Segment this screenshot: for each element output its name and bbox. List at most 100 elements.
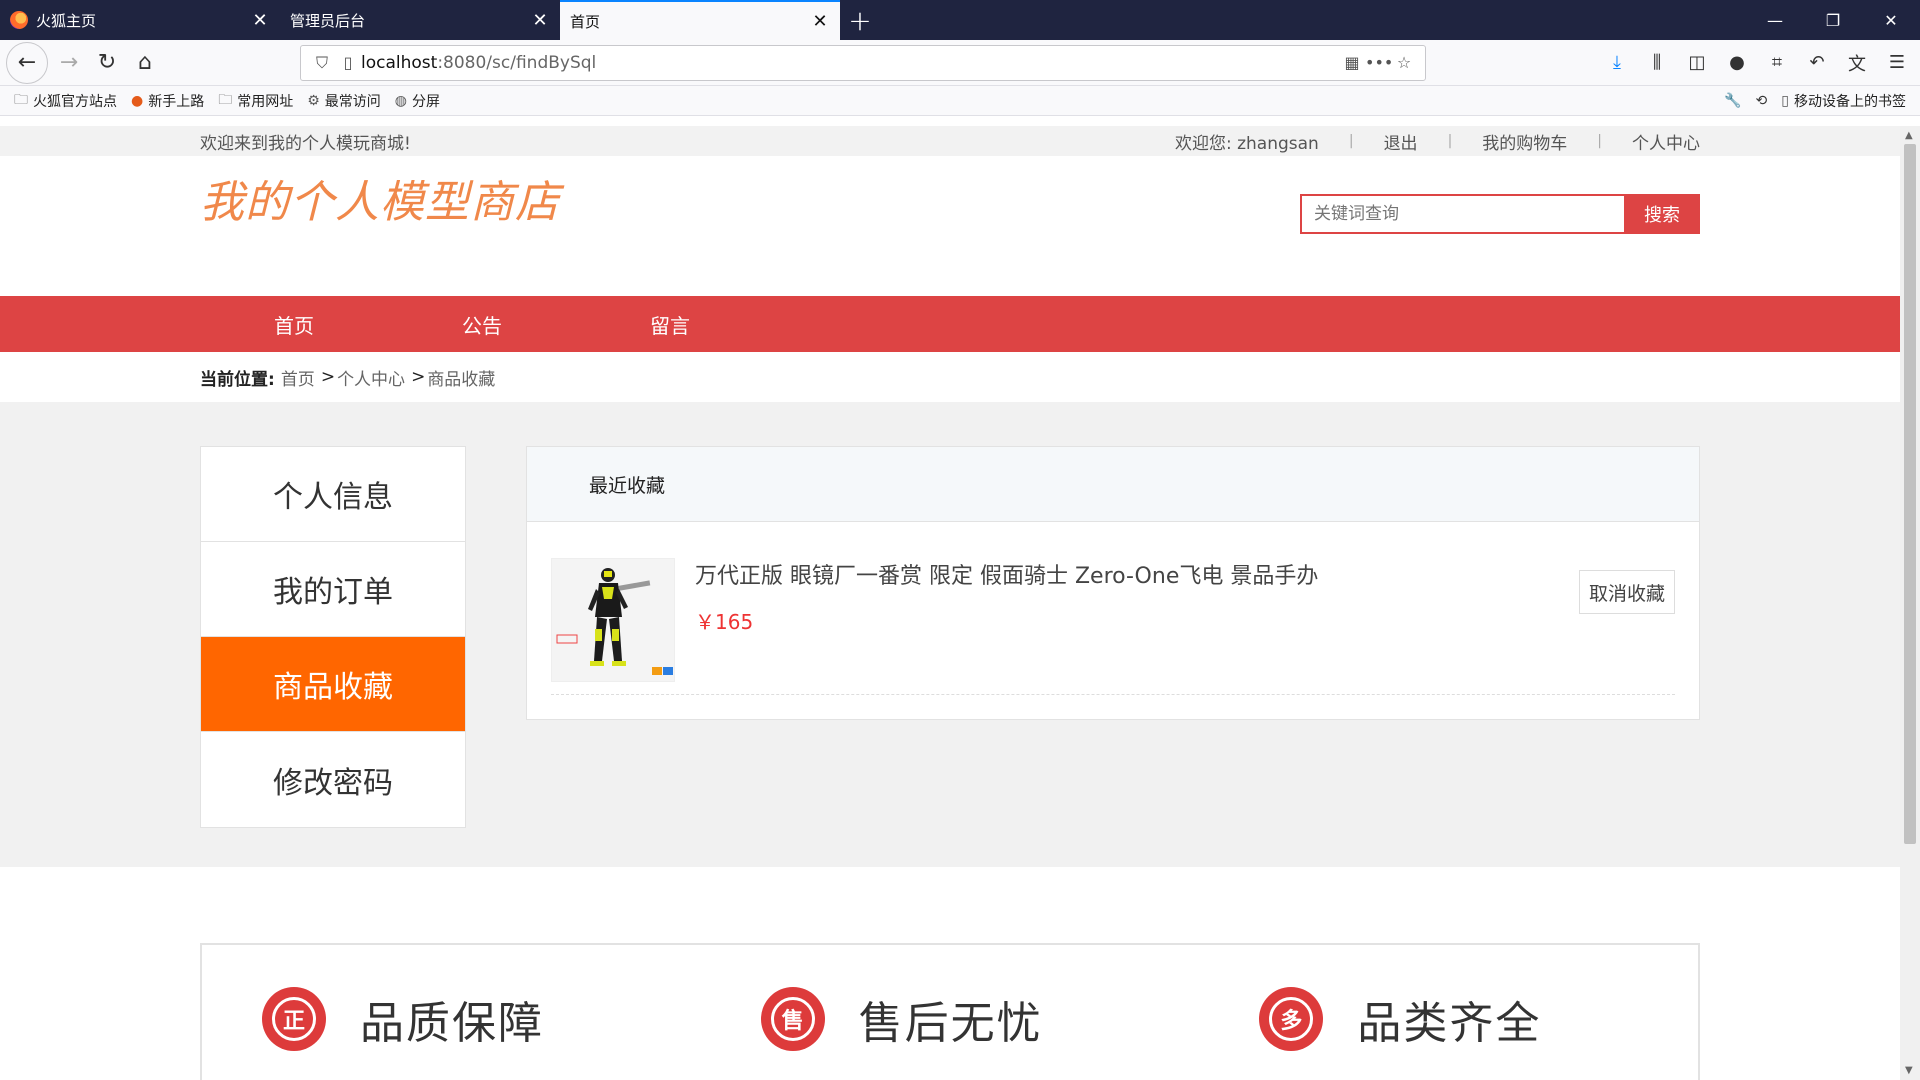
sidebar-item-change-password[interactable]: 修改密码 [201,732,465,827]
logout-link[interactable]: 退出 [1384,129,1418,154]
bookmark-item[interactable]: 🗀 常用网址 [218,89,293,113]
tab-label: 火狐主页 [36,11,97,30]
translate-icon[interactable]: 文 [1840,46,1874,80]
breadcrumb: 当前位置: 首页 > 个人中心 > 商品收藏 [0,352,1900,402]
sidebar-item-personal-info[interactable]: 个人信息 [201,447,465,542]
bookmark-label: 移动设备上的书签 [1794,93,1906,110]
address-bar[interactable]: ⛉ ▯ localhost:8080/sc/findBySql ▦ ••• ☆ [300,44,1426,81]
bookmark-item[interactable]: 🗀 火狐官方站点 [14,89,117,113]
close-tab-icon[interactable]: ✕ [810,11,830,32]
globe-icon: ◍ [394,92,407,109]
download-icon[interactable]: ⤓ [1600,46,1634,80]
account-icon[interactable]: ● [1720,46,1754,80]
url-host: localhost [361,52,438,73]
screenshot-icon[interactable]: ⌗ [1760,46,1794,80]
breadcrumb-home[interactable]: 首页 [281,365,315,390]
bookmark-item[interactable]: ◍ 分屏 [395,91,440,111]
gear-icon: ⚙ [307,92,320,109]
profile-link[interactable]: 个人中心 [1632,129,1700,154]
sidebar-item-orders[interactable]: 我的订单 [201,542,465,637]
main-nav: 首页 公告 留言 [0,296,1900,352]
minimize-icon[interactable]: — [1746,0,1804,40]
library-icon[interactable]: ⫼ [1640,46,1674,80]
mobile-bookmarks[interactable]: ▯ 移动设备上的书签 [1781,91,1906,111]
quality-badge-icon: 正 [262,987,326,1051]
nav-announcements[interactable]: 公告 [388,310,576,339]
user-greeting: 欢迎您: zhangsan [1174,133,1319,154]
product-info: 万代正版 眼镜厂一番赏 限定 假面骑士 Zero-One飞电 景品手办 ￥165 [695,558,1318,682]
feature-variety: 多 品类齐全 [1199,987,1698,1051]
new-tab-icon[interactable]: + [840,0,880,40]
bookmark-label: 火狐官方站点 [33,93,117,110]
scrollbar-thumb[interactable] [1904,144,1916,844]
breadcrumb-label: 当前位置: [200,369,275,390]
home-icon[interactable]: ⌂ [126,44,164,82]
search-button[interactable]: 搜索 [1624,194,1700,234]
favorites-panel: 最近收藏 万代正版 眼镜厂一番赏 限定 假面骑士 Zero-One飞电 景品手办… [526,446,1700,720]
feature-label: 品类齐全 [1357,998,1542,1049]
menu-icon[interactable]: ☰ [1880,46,1914,80]
browser-tab[interactable]: 火狐主页 ✕ [0,0,280,40]
firefox-icon [10,11,28,29]
site-logo[interactable]: 我的个人模型商店 [200,166,560,230]
bookmark-star-icon[interactable]: ☆ [1391,53,1417,72]
divider: | [1597,133,1602,149]
divider: | [1348,133,1354,149]
reload-icon[interactable]: ↻ [88,44,126,82]
breadcrumb-profile[interactable]: 个人中心 [337,365,405,390]
restore-icon[interactable]: ❐ [1804,0,1862,40]
cart-link[interactable]: 我的购物车 [1482,129,1567,154]
more-actions-icon[interactable]: ••• [1365,53,1393,72]
close-tab-icon[interactable]: ✕ [530,10,550,31]
bookmark-item[interactable]: ⚙ 最常访问 [307,91,381,111]
nav-home[interactable]: 首页 [200,310,388,339]
close-window-icon[interactable]: ✕ [1862,0,1920,40]
search-input[interactable] [1300,194,1624,234]
scroll-down-icon[interactable]: ▼ [1905,1065,1913,1076]
product-price: ￥165 [695,610,754,634]
nav-messages[interactable]: 留言 [576,310,764,339]
back-arrow-icon[interactable]: ← [6,41,48,84]
window-controls: — ❐ ✕ [1746,0,1920,40]
cancel-favorite-button[interactable]: 取消收藏 [1579,570,1675,614]
feature-after-sales: 售 售后无忧 [701,987,1200,1051]
shield-icon[interactable]: ⛉ [309,53,335,73]
page-icon[interactable]: ▯ [335,53,361,72]
wrench-icon[interactable]: 🔧 [1724,93,1741,109]
bookmark-label: 最常访问 [324,93,381,110]
scroll-up-icon[interactable]: ▲ [1905,130,1913,141]
browser-toolbar: ← → ↻ ⌂ ⛉ ▯ localhost:8080/sc/findBySql … [0,40,1920,86]
browser-tab-active[interactable]: 首页 ✕ [560,0,840,40]
bookmark-label: 常用网址 [237,93,294,110]
folder-icon: 🗀 [218,91,233,108]
breadcrumb-current: 商品收藏 [427,369,496,390]
list-item: 万代正版 眼镜厂一番赏 限定 假面骑士 Zero-One飞电 景品手办 ￥165… [551,558,1675,695]
close-tab-icon[interactable]: ✕ [250,10,270,31]
url-path: :8080/sc/findBySql [437,52,597,73]
badge-text: 正 [272,997,316,1041]
bookmark-item[interactable]: ● 新手上路 [131,91,204,111]
product-title[interactable]: 万代正版 眼镜厂一番赏 限定 假面骑士 Zero-One飞电 景品手办 [695,558,1318,590]
bookmarks-bar: 🗀 火狐官方站点 ● 新手上路 🗀 常用网址 ⚙ 最常访问 ◍ 分屏 🔧 ⟲ ▯ 移动设备上… [0,86,1920,116]
breadcrumb-separator: > [320,367,336,387]
feature-label: 售后无忧 [858,998,1043,1049]
forward-arrow-icon[interactable]: → [50,44,88,82]
bookmark-label: 新手上路 [148,93,205,110]
page-scrollbar[interactable]: ▲ ▼ [1900,126,1920,1080]
badge-text: 售 [770,997,815,1041]
badge-text: 多 [1269,997,1314,1041]
sidebar-item-favorites[interactable]: 商品收藏 [201,637,465,732]
after-sales-badge-icon: 售 [760,987,825,1051]
undo-icon[interactable]: ↶ [1800,46,1834,80]
bookmark-label: 分屏 [412,93,440,110]
sidebar-icon[interactable]: ◫ [1680,46,1714,80]
panel-title: 最近收藏 [527,447,1699,522]
tab-label: 管理员后台 [290,11,366,30]
browser-tab[interactable]: 管理员后台 ✕ [280,0,560,40]
qr-code-icon[interactable]: ▦ [1339,53,1365,72]
history-icon[interactable]: ⟲ [1756,93,1768,109]
features-section: 正 品质保障 售 售后无忧 多 品类齐全 [0,867,1900,1080]
folder-icon: 🗀 [14,91,28,108]
site-topbar: 欢迎来到我的个人模玩商城! 欢迎您: zhangsan | 退出 | 我的购物车… [0,126,1900,156]
product-image[interactable] [551,558,675,682]
